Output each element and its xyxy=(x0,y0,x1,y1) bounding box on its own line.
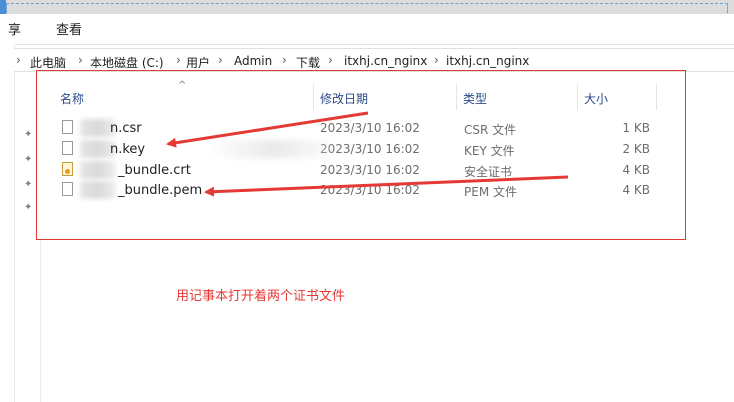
annotation-arrows xyxy=(166,111,569,197)
arrow-to-key-file xyxy=(166,111,369,148)
arrow-to-pem-file xyxy=(204,175,569,197)
annotation-caption: 用记事本打开着两个证书文件 xyxy=(176,289,346,304)
